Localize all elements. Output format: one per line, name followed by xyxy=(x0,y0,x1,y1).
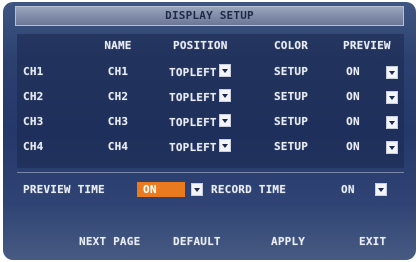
table-header: NAME POSITION COLOR PREVIEW xyxy=(3,38,416,54)
position-select[interactable]: TOPLEFT xyxy=(169,89,259,106)
dropdown-arrow-icon[interactable] xyxy=(191,183,203,196)
dropdown-arrow-icon[interactable] xyxy=(218,89,231,102)
page-title: DISPLAY SETUP xyxy=(15,6,404,26)
position-value: TOPLEFT xyxy=(169,91,217,104)
channel-name-field[interactable]: CH1 xyxy=(83,64,153,80)
position-select[interactable]: TOPLEFT xyxy=(169,114,259,131)
position-value: TOPLEFT xyxy=(169,116,217,129)
dropdown-arrow-icon[interactable] xyxy=(386,141,398,154)
preview-value[interactable]: ON xyxy=(333,139,373,155)
action-bar: NEXT PAGE DEFAULT APPLY EXIT xyxy=(3,234,416,250)
position-select[interactable]: TOPLEFT xyxy=(169,139,259,156)
dropdown-arrow-icon[interactable] xyxy=(386,91,398,104)
default-button[interactable]: DEFAULT xyxy=(173,234,221,250)
channel-name-field[interactable]: CH3 xyxy=(83,114,153,130)
dropdown-arrow-icon[interactable] xyxy=(375,183,387,196)
channel-row-1: CH1 CH1 TOPLEFT SETUP ON xyxy=(3,64,416,80)
dropdown-arrow-icon[interactable] xyxy=(218,114,231,127)
preview-value[interactable]: ON xyxy=(333,64,373,80)
dvr-display-setup-screen: DISPLAY SETUP NAME POSITION COLOR PREVIE… xyxy=(3,2,416,260)
header-preview: PREVIEW xyxy=(343,39,391,52)
dropdown-arrow-icon[interactable] xyxy=(218,64,231,77)
header-position: POSITION xyxy=(173,39,228,52)
color-setup-button[interactable]: SETUP xyxy=(261,89,321,105)
channel-label: CH3 xyxy=(23,115,44,128)
position-value: TOPLEFT xyxy=(169,66,217,79)
record-time-select[interactable]: ON xyxy=(341,182,355,198)
time-settings-row: PREVIEW TIME ON RECORD TIME ON xyxy=(3,182,416,198)
color-setup-button[interactable]: SETUP xyxy=(261,139,321,155)
channel-row-2: CH2 CH2 TOPLEFT SETUP ON xyxy=(3,89,416,105)
apply-button[interactable]: APPLY xyxy=(271,234,305,250)
channel-name-field[interactable]: CH4 xyxy=(83,139,153,155)
color-setup-button[interactable]: SETUP xyxy=(261,114,321,130)
channel-row-4: CH4 CH4 TOPLEFT SETUP ON xyxy=(3,139,416,155)
header-name: NAME xyxy=(104,39,132,52)
divider xyxy=(17,172,404,173)
preview-value[interactable]: ON xyxy=(333,114,373,130)
record-time-label: RECORD TIME xyxy=(211,183,287,196)
position-select[interactable]: TOPLEFT xyxy=(169,64,259,81)
preview-time-label: PREVIEW TIME xyxy=(23,183,105,196)
channel-row-3: CH3 CH3 TOPLEFT SETUP ON xyxy=(3,114,416,130)
dropdown-arrow-icon[interactable] xyxy=(386,66,398,79)
dropdown-arrow-icon[interactable] xyxy=(218,139,231,152)
header-color: COLOR xyxy=(273,39,309,52)
exit-button[interactable]: EXIT xyxy=(359,234,386,250)
next-page-button[interactable]: NEXT PAGE xyxy=(79,234,140,250)
preview-time-select[interactable]: ON xyxy=(137,182,185,197)
position-value: TOPLEFT xyxy=(169,141,217,154)
channel-label: CH4 xyxy=(23,140,44,153)
channel-name-field[interactable]: CH2 xyxy=(83,89,153,105)
channel-label: CH1 xyxy=(23,65,44,78)
color-setup-button[interactable]: SETUP xyxy=(261,64,321,80)
preview-value[interactable]: ON xyxy=(333,89,373,105)
channel-label: CH2 xyxy=(23,90,44,103)
dropdown-arrow-icon[interactable] xyxy=(386,116,398,129)
